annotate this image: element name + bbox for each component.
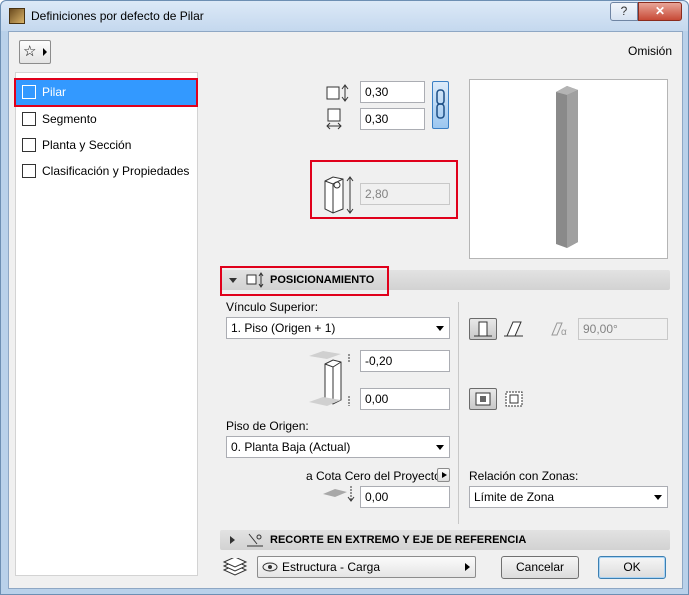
anchor-veneer-icon [505,391,523,407]
archicad-app-icon [9,8,25,24]
help-button[interactable]: ? [610,2,638,21]
sidebar-item-label: Segmento [42,112,97,126]
expand-triangle-icon [229,278,237,283]
link-chain-toggle[interactable] [432,81,449,129]
window-title: Definiciones por defecto de Pilar [31,9,204,23]
top-link-dropdown[interactable]: 1. Piso (Origen + 1) [226,317,450,339]
section-divider [458,302,459,524]
slanted-column-icon [504,321,523,337]
chain-link-icon [436,89,445,119]
slant-angle-field[interactable]: 90,00° [578,318,668,340]
width-dimension-icon [326,84,349,102]
slant-angle-icon: α [551,322,567,338]
zones-relation-dropdown[interactable]: Límite de Zona [469,486,668,508]
chevron-right-icon [442,472,447,478]
column-offset-icon [309,351,350,406]
zones-relation-label: Relación con Zonas: [469,469,579,483]
title-bar: Definiciones por defecto de Pilar ? ✕ [1,1,688,31]
reference-level-menu-button[interactable] [437,468,450,482]
layer-selector[interactable]: Estructura - Carga [257,556,476,578]
svg-text:α: α [561,327,567,338]
anchor-core-toggle[interactable] [469,388,497,410]
segment-icon [22,112,36,126]
project-zero-field[interactable]: 0,00 [360,486,450,508]
depth-dimension-icon [326,108,342,130]
panel-navigation-sidebar: Pilar Segmento Planta y Sección Clasific… [15,72,198,576]
column-icon [22,85,36,99]
anchor-veneer-toggle[interactable] [501,388,527,410]
sidebar-item-label: Clasificación y Propiedades [42,164,190,178]
vertical-column-toggle[interactable] [469,318,497,340]
bottom-offset-field[interactable]: 0,00 [360,388,450,410]
column-3d-preview [469,79,668,259]
column-height-icon [324,176,354,214]
chevron-right-icon [43,48,47,56]
positioning-icon [246,272,264,288]
cut-section-title: RECORTE EN EXTREMO Y EJE DE REFERENCIA [270,534,527,546]
dialog-window: Definiciones por defecto de Pilar ? ✕ ☆ … [0,0,689,595]
favorites-button[interactable]: ☆ [19,40,51,64]
home-story-dropdown[interactable]: 0. Planta Baja (Actual) [226,436,450,458]
column-preview-graphic [556,86,578,248]
floor-plan-icon [22,138,36,152]
positioning-title: POSICIONAMIENTO [270,274,375,286]
home-story-value: 0. Planta Baja (Actual) [231,440,351,454]
chevron-down-icon [654,495,662,500]
sidebar-item-pilar[interactable]: Pilar [16,79,197,105]
cancel-button[interactable]: Cancelar [501,556,579,579]
zones-relation-value: Límite de Zona [474,490,555,504]
sidebar-item-segmento[interactable]: Segmento [16,106,197,132]
sidebar-item-clasificacion[interactable]: Clasificación y Propiedades [16,158,197,184]
positioning-section-header[interactable]: POSICIONAMIENTO [220,270,670,290]
cut-reference-icon [247,533,263,547]
layer-value: Estructura - Carga [282,560,381,574]
sidebar-item-label: Pilar [42,85,67,99]
top-link-label: Vínculo Superior: [226,300,319,314]
top-offset-field[interactable]: -0,20 [360,350,450,372]
sidebar-item-planta-seccion[interactable]: Planta y Sección [16,132,197,158]
chevron-right-icon [465,563,470,571]
top-link-value: 1. Piso (Origen + 1) [231,321,336,335]
layers-icon [222,558,248,576]
chevron-down-icon [436,326,444,331]
slanted-column-toggle[interactable] [501,318,527,340]
eye-icon [262,562,278,572]
cut-section-header[interactable]: RECORTE EN EXTREMO Y EJE DE REFERENCIA [220,530,670,550]
ok-button[interactable]: OK [598,556,666,579]
project-zero-label: a Cota Cero del Proyecto [306,469,441,483]
classification-icon [22,164,36,178]
default-settings-label: Omisión [627,44,672,58]
elevation-reference-icon [323,486,355,502]
width-field[interactable]: 0,30 [360,81,425,103]
star-icon: ☆ [23,43,37,60]
vertical-column-icon [474,321,492,337]
home-story-label: Piso de Origen: [226,419,309,433]
anchor-core-icon [475,392,491,406]
chevron-down-icon [436,445,444,450]
height-field[interactable]: 2,80 [360,183,450,205]
depth-field[interactable]: 0,30 [360,108,425,130]
dialog-client-area: ☆ Omisión Pilar Segmento Planta y Secció… [8,31,683,589]
sidebar-item-label: Planta y Sección [42,138,132,152]
close-button[interactable]: ✕ [638,2,682,21]
expand-triangle-icon [230,536,235,544]
